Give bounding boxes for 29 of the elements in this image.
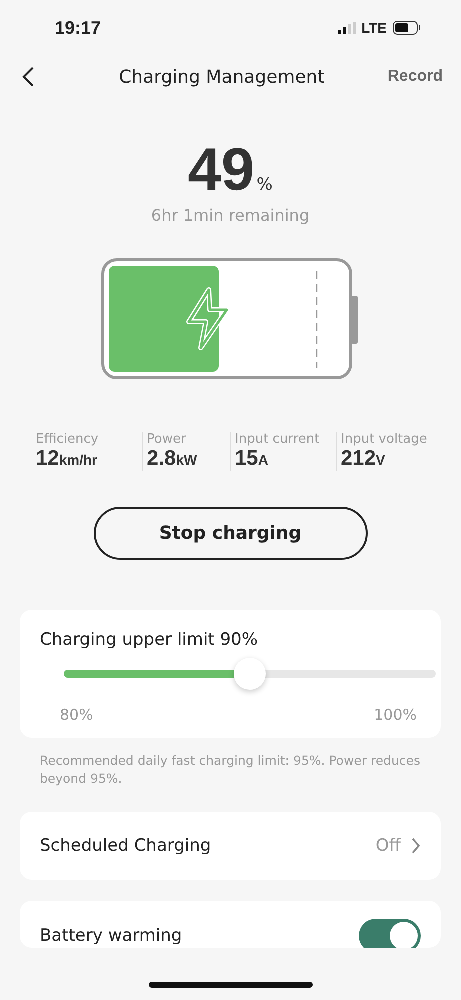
stat-value: 15A (235, 447, 270, 471)
setting-label: Scheduled Charging (40, 836, 212, 856)
stat-label: Input current (235, 432, 321, 447)
range-min: 80% (60, 706, 94, 724)
signal-icon (338, 22, 356, 34)
slider-thumb[interactable] (234, 658, 266, 690)
limit-note: Recommended daily fast charging limit: 95%. Power reduces beyond 95%. (40, 752, 422, 788)
stop-charging-button[interactable]: Stop charging (94, 507, 368, 560)
status-time: 19:17 (55, 18, 102, 38)
scheduled-charging-row[interactable]: Scheduled Charging Off (20, 812, 441, 880)
page-title: Charging Management (118, 66, 326, 88)
record-link[interactable]: Record (388, 68, 443, 86)
charge-percent: 49 (188, 140, 255, 200)
setting-value: Off (376, 836, 401, 856)
chevron-right-icon (411, 837, 421, 855)
limit-title: Charging upper limit 90% (40, 630, 260, 650)
percent-unit: % (256, 175, 273, 195)
range-max: 100% (374, 706, 417, 724)
remaining-time: 6hr 1min remaining (150, 206, 311, 225)
stat-value: 212V (341, 447, 386, 471)
stat-label: Power (147, 432, 188, 447)
stat-label: Input voltage (341, 432, 428, 447)
stat-label: Efficiency (36, 432, 100, 447)
stat-value: 12km/hr (36, 447, 98, 471)
battery-icon (393, 21, 421, 35)
setting-label: Battery warming (40, 926, 184, 946)
network-label: LTE (362, 20, 387, 36)
stat-value: 2.8kW (147, 447, 198, 471)
toggle-switch[interactable] (359, 919, 421, 948)
